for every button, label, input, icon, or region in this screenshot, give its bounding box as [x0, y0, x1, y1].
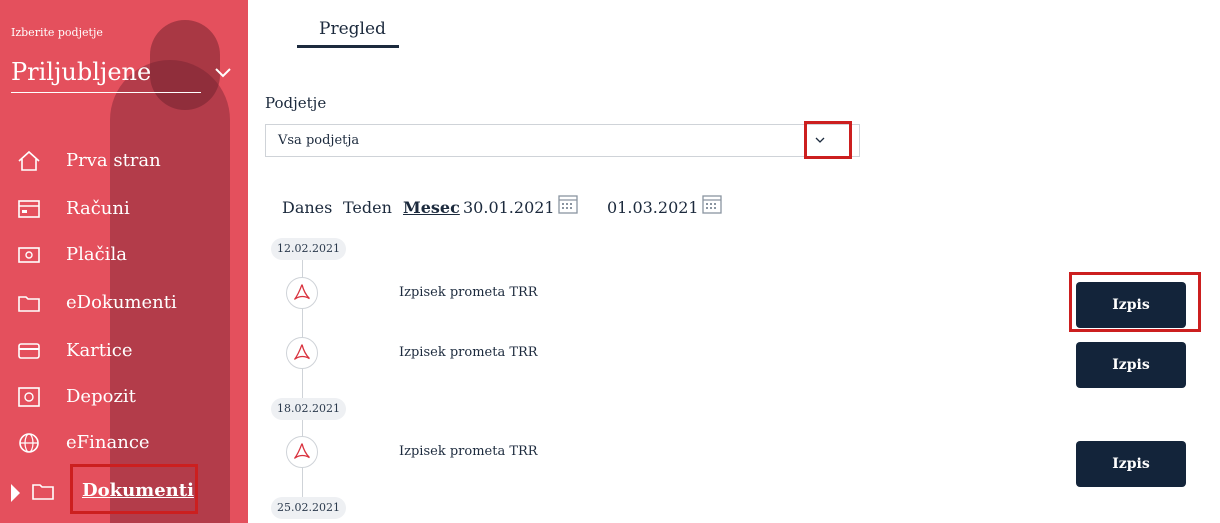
tab-label: Pregled	[319, 19, 386, 39]
company-field-label: Podjetje	[265, 94, 327, 112]
sidebar-item-kartice[interactable]: Kartice	[0, 338, 248, 378]
folder-icon	[18, 296, 40, 312]
sidebar-item-label: Prva stran	[66, 150, 161, 171]
tab-pregled[interactable]: Pregled	[297, 16, 399, 48]
filter-today[interactable]: Danes	[282, 198, 332, 217]
globe-icon	[19, 433, 39, 453]
date-chip: 25.02.2021	[271, 497, 346, 519]
company-select-label: Izberite podjetje	[11, 26, 103, 39]
sidebar-item-edokumenti[interactable]: eDokumenti	[0, 290, 248, 330]
calendar-icon[interactable]	[701, 193, 723, 215]
sidebar-item-label: Kartice	[66, 340, 133, 361]
money-icon	[18, 247, 40, 263]
sidebar-item-prva-stran[interactable]: Prva stran	[0, 148, 248, 188]
date-chip: 18.02.2021	[271, 398, 346, 420]
card-icon	[18, 343, 40, 359]
sidebar-item-label: Plačila	[66, 244, 127, 265]
home-icon	[18, 150, 40, 171]
highlight-box	[1069, 272, 1201, 332]
highlight-box	[70, 464, 198, 514]
sidebar-item-racuni[interactable]: Računi	[0, 196, 248, 236]
calendar-icon[interactable]	[557, 193, 579, 215]
safe-icon	[18, 387, 40, 407]
sidebar-item-label: eDokumenti	[66, 292, 177, 313]
company-select[interactable]: Vsa podjetja	[265, 124, 860, 157]
sidebar-item-depozit[interactable]: Depozit	[0, 384, 248, 424]
wallet-icon	[18, 200, 40, 218]
document-name: Izpisek prometa TRR	[399, 285, 538, 300]
filter-week[interactable]: Teden	[343, 198, 392, 217]
sidebar-item-label: eFinance	[66, 432, 150, 453]
filter-month[interactable]: Mesec	[403, 198, 460, 217]
sidebar-item-label: Računi	[66, 198, 130, 219]
highlight-box	[804, 121, 852, 159]
sidebar-background-head	[150, 20, 220, 110]
date-to[interactable]: 01.03.2021	[607, 198, 699, 217]
date-chip: 12.02.2021	[271, 238, 346, 260]
chevron-down-icon[interactable]	[214, 64, 232, 82]
company-select-value: Vsa podjetja	[278, 133, 360, 148]
company-select-underline	[11, 92, 201, 93]
pdf-icon	[286, 277, 318, 309]
pdf-icon	[286, 436, 318, 468]
document-name: Izpisek prometa TRR	[399, 345, 538, 360]
tab-underline	[297, 45, 399, 48]
document-name: Izpisek prometa TRR	[399, 444, 538, 459]
pdf-icon	[286, 337, 318, 369]
sidebar-item-placila[interactable]: Plačila	[0, 242, 248, 282]
sidebar-item-label: Depozit	[66, 386, 136, 407]
sidebar: Izberite podjetje Priljubljene Prva stra…	[0, 0, 248, 523]
company-select-value[interactable]: Priljubljene	[11, 58, 151, 86]
print-button[interactable]: Izpis	[1076, 441, 1186, 487]
print-button[interactable]: Izpis	[1076, 342, 1186, 388]
folder-icon	[32, 484, 54, 500]
date-from[interactable]: 30.01.2021	[463, 198, 555, 217]
